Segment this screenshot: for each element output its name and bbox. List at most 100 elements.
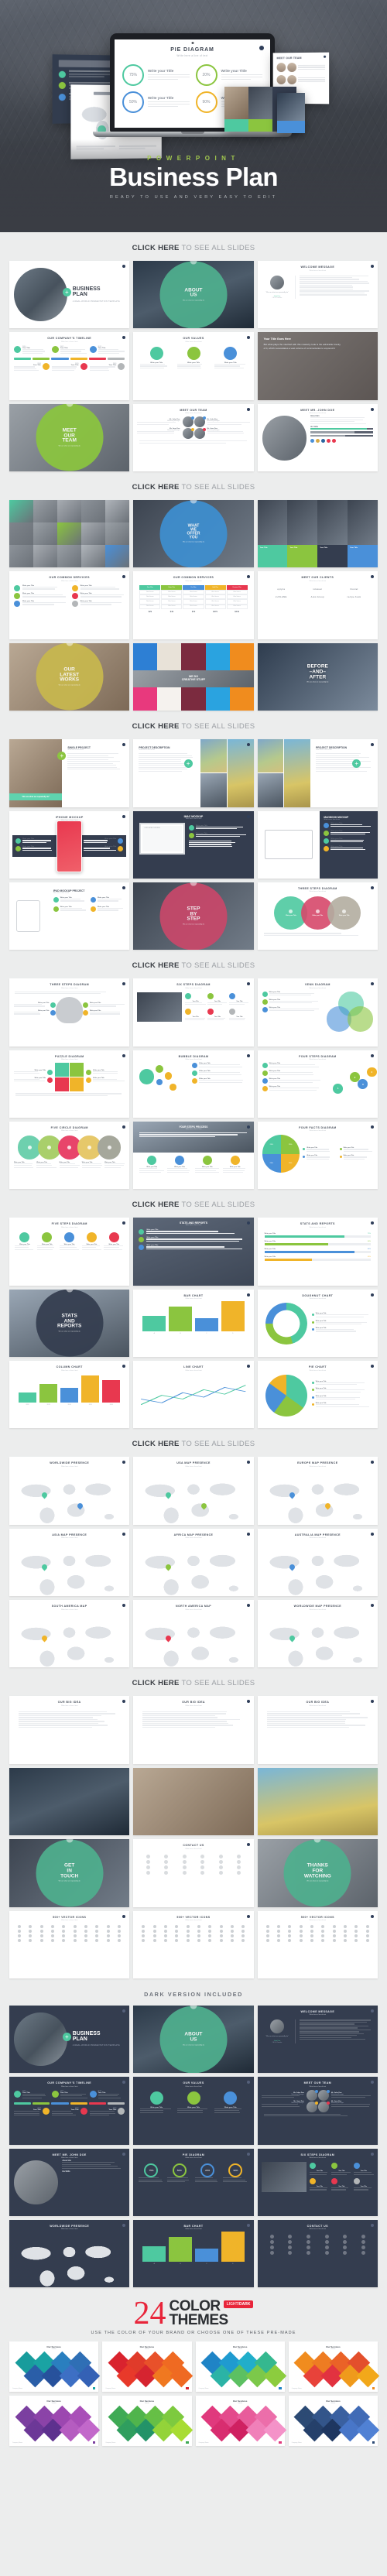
social-icon[interactable] <box>327 439 330 443</box>
slide-thumbnail[interactable]: LINE CHART Write here a line of text <box>133 1361 253 1428</box>
slide-thumbnail[interactable]: MEET MR. JOHN DOE Write here a line of te… <box>9 2149 129 2216</box>
slide-thumbnail[interactable]: FOUR FACTS DIAGRAM Write here a line of t… <box>258 1122 378 1189</box>
slide-thumbnail[interactable]: AFRICA MAP PRESENCE Write here a line of … <box>133 1529 253 1596</box>
slide-thumbnail[interactable]: STATS AND REPORTS We are what we repeatedly… <box>9 1290 129 1357</box>
slide-thumbnail[interactable]: FIVE STEPS DIAGRAM Write here a line of t… <box>9 1218 129 1285</box>
theme-card[interactable]: Our Services Subtitle Company Name <box>9 2396 98 2446</box>
slide-thumbnail[interactable]: PUZZLE DIAGRAM Write here a line of text W… <box>9 1050 129 1118</box>
slide-thumbnail[interactable]: BAR CHART Write here a line of text A B C D <box>133 1290 253 1357</box>
slide-thumbnail[interactable]: OUR BIG IDEA Write here a line of text <box>258 1696 378 1763</box>
slide-thumbnail[interactable]: DOUGHNUT CHART Write here a line of text W… <box>258 1290 378 1357</box>
slide-thumbnail[interactable]: OUR BIG IDEA Write here a line of text <box>133 1696 253 1763</box>
slide-thumbnail[interactable]: FIVE CIRCLE DIAGRAM Write here a line of … <box>9 1122 129 1189</box>
slide-thumbnail[interactable]: THREE STEPS DIAGRAM Write here a line of … <box>9 978 129 1046</box>
slide-thumbnail[interactable]: EUROPE MAP PRESENCE Write here a line of … <box>258 1457 378 1524</box>
slide-thumbnail[interactable]: AUSTRALIA MAP PRESENCE Write here a line … <box>258 1529 378 1596</box>
slide-thumbnail[interactable]: WORLDWIDE PRESENCE Write here a line of t… <box>9 1457 129 1524</box>
slide-thumbnail[interactable]: PIE CHART Write here a line of text Write … <box>258 1361 378 1428</box>
slide-thumbnail[interactable]: PROJECT DESCRIPTION Write here a line of … <box>258 739 378 807</box>
slide-thumbnail[interactable]: OUR COMMON SERVICES Write here a line of … <box>9 571 129 639</box>
slide-thumbnail[interactable]: WELCOME MESSAGE Write here a line of text… <box>258 2006 378 2073</box>
slide-thumbnail[interactable]: + BUSINESS PLAN A REAL-WORLD PRESENTATION T… <box>9 2006 129 2073</box>
slide-thumbnail[interactable]: MEET OUR TEAM Write here a line of text Mr… <box>133 404 253 471</box>
slide-thumbnail[interactable]: WE DO CREATIVE STUFF <box>133 643 253 711</box>
slide-thumbnail[interactable]: MEET OUR TEAM Write here a line of text Mr… <box>258 2077 378 2144</box>
social-icon[interactable] <box>321 439 325 443</box>
slide-thumbnail[interactable]: THANKS FOR WATCHING We are what we repeated… <box>258 1839 378 1906</box>
slide-thumbnail[interactable]: PIE DIAGRAM Write here a line of text 75% 5… <box>133 2149 253 2216</box>
theme-card[interactable]: Our Services Subtitle Company Name <box>289 2396 378 2446</box>
theme-card[interactable]: Our Services Subtitle Company Name <box>102 2396 191 2446</box>
slide-thumbnail[interactable]: NORTH AMERICA MAP Write here a line of te… <box>133 1600 253 1667</box>
social-icon[interactable] <box>310 439 314 443</box>
slide-thumbnail[interactable]: MEET OUR CLIENTS Write here a line of tex… <box>258 571 378 639</box>
slide-thumbnail[interactable]: OUR COMPANY'S TIMELINE Write here a line … <box>9 332 129 399</box>
slide-thumbnail[interactable]: WORLDWIDE PRESENCE Write here a line of t… <box>9 2220 129 2287</box>
theme-card[interactable]: Our Services Subtitle Company Name <box>196 2341 285 2392</box>
slide-thumbnail[interactable]: VENN DIAGRAM Write here a line of text Wri… <box>258 978 378 1046</box>
slide-thumbnail[interactable]: FOUR STEPS DIAGRAM Write here a line of t… <box>258 1050 378 1118</box>
slide-thumbnail[interactable]: WELCOME MESSAGE Write here a line of text… <box>258 261 378 328</box>
see-all-slides-link[interactable]: CLICK HERE TO SEE ALL SLIDES <box>9 1189 378 1218</box>
slide-thumbnail[interactable]: 500+ VECTOR ICONS Write here a line of te… <box>9 1911 129 1978</box>
theme-card[interactable]: Our Services Subtitle Company Name <box>102 2341 191 2392</box>
slide-thumbnail[interactable]: CONTACT US Write here a line of text <box>258 2220 378 2287</box>
see-all-slides-link[interactable]: CLICK HERE TO SEE ALL SLIDES <box>9 711 378 739</box>
see-all-slides-link[interactable]: CLICK HERE TO SEE ALL SLIDES <box>9 1667 378 1696</box>
slide-thumbnail[interactable]: THREE STEPS DIAGRAM Write here a line of … <box>258 882 378 950</box>
see-all-slides-link[interactable]: CLICK HERE TO SEE ALL SLIDES <box>9 471 378 500</box>
slide-thumbnail[interactable]: ASIA MAP PRESENCE Write here a line of te… <box>9 1529 129 1596</box>
slide-thumbnail[interactable]: + BUSINESS PLAN A REAL-WORLD PRESENTATION T… <box>9 261 129 328</box>
slide-thumbnail[interactable]: 500+ VECTOR ICONS Write here a line of te… <box>258 1911 378 1978</box>
slide-thumbnail[interactable] <box>9 500 129 567</box>
slide-thumbnail[interactable]: SOUTH AMERICA MAP Write here a line of te… <box>9 1600 129 1667</box>
social-icon[interactable] <box>316 439 320 443</box>
avatar <box>270 2019 284 2033</box>
social-icon[interactable] <box>332 439 336 443</box>
slide-thumbnail[interactable]: OUR LATEST WORKS We are what we repeatedly … <box>9 643 129 711</box>
slide-thumbnail[interactable]: BUBBLE DIAGRAM Write here a line of text W… <box>133 1050 253 1118</box>
theme-card[interactable]: Our Services Subtitle Company Name <box>9 2341 98 2392</box>
slide-thumbnail[interactable] <box>9 1768 129 1835</box>
slide-thumbnail[interactable]: COLUMN CHART Write here a line of text 201… <box>9 1361 129 1428</box>
slide-thumbnail[interactable]: SIX STEPS DIAGRAM Write here a line of te… <box>258 2149 378 2216</box>
theme-card[interactable]: Our Services Subtitle Company Name <box>289 2341 378 2392</box>
slide-thumbnail[interactable]: ABOUT US We are what we repeatedly do <box>133 261 253 328</box>
slide-thumbnail[interactable]: OUR BIG IDEA Write here a line of text <box>9 1696 129 1763</box>
theme-card[interactable]: Our Services Subtitle Company Name <box>196 2396 285 2446</box>
see-all-slides-link[interactable]: CLICK HERE TO SEE ALL SLIDES <box>9 232 378 261</box>
slide-thumbnail[interactable]: WHAT WE OFFER YOU We are what we repeatedly … <box>133 500 253 567</box>
slide-thumbnail[interactable]: IPAD MOCKUP PROJECT Write here a line of … <box>9 882 129 950</box>
slide-thumbnail[interactable]: STATS AND REPORTS Write here a line of te… <box>258 1218 378 1285</box>
slide-thumbnail[interactable]: CONTACT US Write here a line of text <box>133 1839 253 1906</box>
slide-thumbnail[interactable]: FOUR STEPS PROCESS Write here a line of t… <box>133 1122 253 1189</box>
slide-thumbnail[interactable]: OUR COMMON SERVICES Write here a line of … <box>133 571 253 639</box>
slide-thumbnail[interactable]: MEET OUR TEAM We are what we repeatedly do <box>9 404 129 471</box>
see-all-slides-link[interactable]: CLICK HERE TO SEE ALL SLIDES <box>9 1428 378 1457</box>
slide-thumbnail[interactable]: OUR COMPANY'S TIMELINE Write here a line … <box>9 2077 129 2144</box>
slide-thumbnail[interactable]: Your Title Your Title Your Title Your Title <box>258 500 378 567</box>
slide-thumbnail[interactable]: WORLDWIDE MAP PRESENCE Write here a line … <box>258 1600 378 1667</box>
slide-thumbnail[interactable]: BAR CHART Write here a line of text A B C D <box>133 2220 253 2287</box>
slide-thumbnail[interactable]: IPHONE MOCKUPWrite here a line of textWr… <box>9 811 129 879</box>
slide-thumbnail[interactable]: PROJECT DESCRIPTION Write here a line of … <box>133 739 253 807</box>
slide-thumbnail[interactable]: OUR VALUES Write here a line of text Write… <box>133 332 253 399</box>
see-all-slides-link[interactable]: CLICK HERE TO SEE ALL SLIDES <box>9 950 378 978</box>
slide-thumbnail[interactable] <box>133 1768 253 1835</box>
slide-thumbnail[interactable]: 500+ VECTOR ICONS Write here a line of te… <box>133 1911 253 1978</box>
slide-thumbnail[interactable]: GET IN TOUCH We are what we repeatedly do <box>9 1839 129 1906</box>
slide-thumbnail[interactable]: BEFORE –AND– AFTER We are what we repeatedl… <box>258 643 378 711</box>
slide-thumbnail[interactable] <box>258 1768 378 1835</box>
slide-thumbnail[interactable]: IMAC MOCKUP Write here a line of text OUR … <box>133 811 253 879</box>
icon-circle <box>139 1237 144 1242</box>
slide-thumbnail[interactable]: ABOUT US We are what we repeatedly do <box>133 2006 253 2073</box>
slide-thumbnail[interactable]: SIX STEPS DIAGRAM Write here a line of te… <box>133 978 253 1046</box>
slide-thumbnail[interactable]: "We are what we repeatedly do" + SINGLE PR… <box>9 739 129 807</box>
slide-thumbnail[interactable]: OUR VALUES Write here a line of text Write… <box>133 2077 253 2144</box>
slide-thumbnail[interactable]: USA MAP PRESENCE Write here a line of tex… <box>133 1457 253 1524</box>
slide-thumbnail[interactable]: MEET MR. JOHN DOE Write here a line of te… <box>258 404 378 471</box>
slide-thumbnail[interactable]: MACBOOK MOCKUP Write here a line of text W… <box>258 811 378 879</box>
slide-thumbnail[interactable]: STATS AND REPORTS Write here a line of te… <box>133 1218 253 1285</box>
slide-thumbnail[interactable]: STEP BY STEP We are what we repeatedly do <box>133 882 253 950</box>
slide-thumbnail[interactable]: Your Title Goes Here But what plays the m… <box>258 332 378 399</box>
